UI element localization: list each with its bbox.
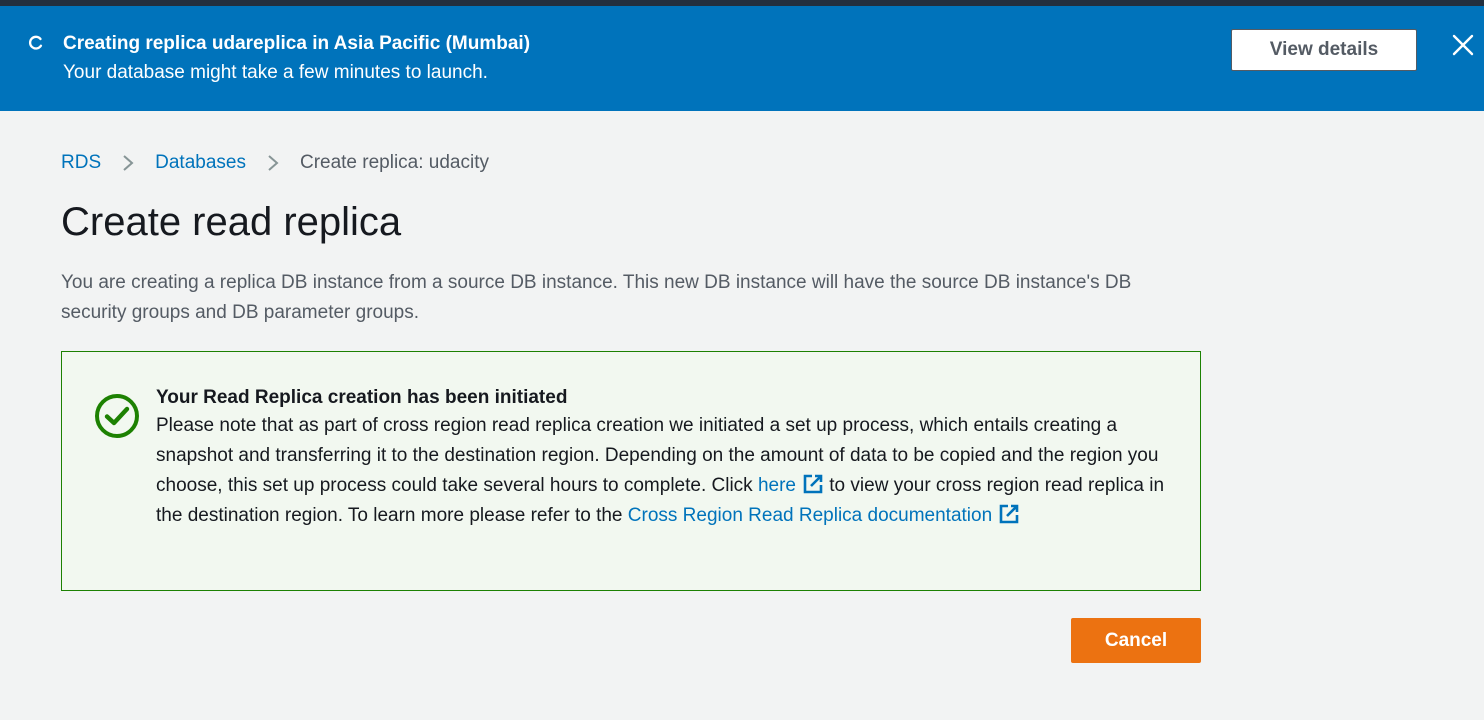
- here-link-label: here: [757, 475, 796, 496]
- loading-spinner-icon: [28, 35, 43, 50]
- chevron-right-icon: [268, 155, 279, 171]
- breadcrumb-item-rds[interactable]: RDS: [61, 150, 101, 176]
- external-link-icon: [803, 474, 823, 494]
- breadcrumb-item-databases[interactable]: Databases: [155, 150, 246, 176]
- page-title: Create read replica: [61, 200, 402, 244]
- alert-body: Please note that as part of cross region…: [156, 411, 1166, 531]
- chevron-right-icon: [123, 155, 134, 171]
- success-check-icon: [95, 394, 139, 438]
- flashbar-title: Creating replica udareplica in Asia Paci…: [63, 33, 531, 54]
- here-link[interactable]: here: [757, 474, 824, 496]
- breadcrumb: RDS Databases Create replica: udacity: [61, 150, 489, 176]
- page-description: You are creating a replica DB instance f…: [61, 272, 1132, 323]
- docs-link-label: Cross Region Read Replica documentation: [627, 505, 993, 526]
- flashbar-notification: Creating replica udareplica in Asia Paci…: [0, 6, 1484, 111]
- flashbar-message: Your database might take a few minutes t…: [63, 62, 488, 83]
- cancel-button[interactable]: Cancel: [1071, 618, 1201, 663]
- cross-region-docs-link[interactable]: Cross Region Read Replica documentation: [627, 504, 1020, 526]
- success-alert: Your Read Replica creation has been init…: [61, 351, 1201, 591]
- external-link-icon: [999, 504, 1019, 524]
- view-details-button[interactable]: View details: [1231, 29, 1417, 71]
- close-icon[interactable]: [1450, 32, 1476, 58]
- alert-title: Your Read Replica creation has been init…: [156, 387, 568, 408]
- breadcrumb-item-current: Create replica: udacity: [299, 152, 490, 173]
